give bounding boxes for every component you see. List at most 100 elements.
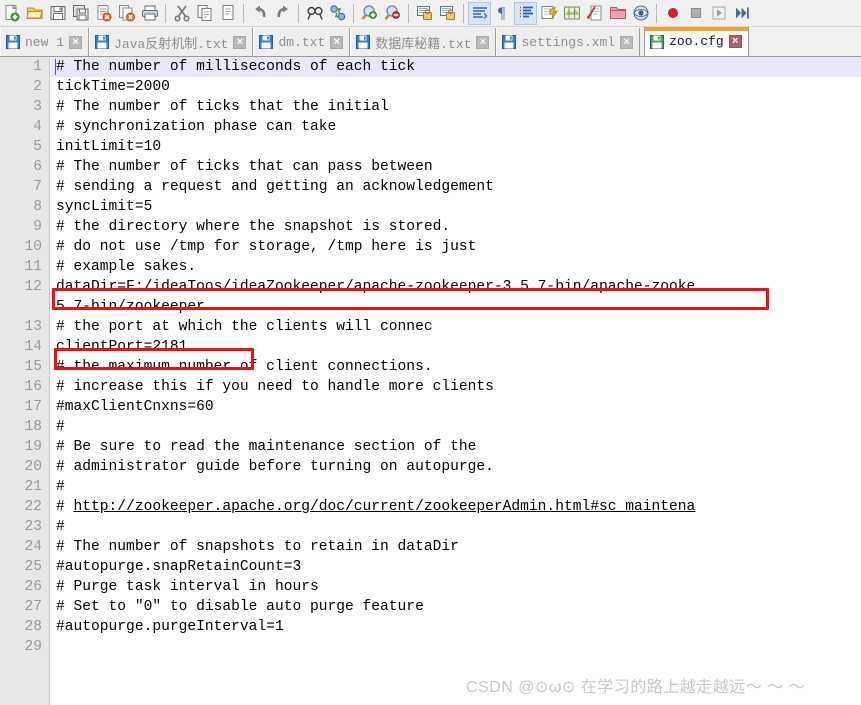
line-number: 17 xyxy=(24,399,42,415)
code-line[interactable]: # The number of ticks that the initial xyxy=(51,97,861,117)
tab-settings-xml[interactable]: settings.xml × xyxy=(496,28,641,56)
tab-java-txt[interactable]: Java反射机制.txt × xyxy=(89,28,254,56)
code-line[interactable]: # Set to "0" to disable auto purge featu… xyxy=(51,597,861,617)
floppy-disk-icon xyxy=(95,35,110,49)
code-line[interactable]: # do not use /tmp for storage, /tmp here… xyxy=(51,237,861,257)
record-macro-icon[interactable] xyxy=(661,2,684,25)
close-file-icon[interactable] xyxy=(92,2,115,25)
code-line[interactable]: # xyxy=(51,477,861,497)
url-link[interactable]: http://zookeeper.apache.org/doc/current/… xyxy=(74,499,696,515)
code-line[interactable]: #autopurge.purgeInterval=1 xyxy=(51,617,861,637)
user-defined-dialog-icon[interactable] xyxy=(537,2,560,25)
sync-vertical-scroll-icon[interactable] xyxy=(413,2,436,25)
line-number: 28 xyxy=(24,619,42,635)
tab-dm-txt[interactable]: dm.txt × xyxy=(253,28,351,56)
tab-label: settings.xml xyxy=(521,34,616,50)
print-icon[interactable] xyxy=(138,2,161,25)
code-line[interactable]: # http://zookeeper.apache.org/doc/curren… xyxy=(51,497,861,517)
cut-icon[interactable] xyxy=(170,2,193,25)
monitoring-icon[interactable] xyxy=(629,2,652,25)
code-line[interactable]: # xyxy=(51,517,861,537)
tab-zoo-cfg[interactable]: zoo.cfg × xyxy=(644,27,749,56)
tab--txt[interactable]: 数据库秘籍.txt × xyxy=(350,28,497,56)
line-number: 25 xyxy=(24,559,42,575)
code-line[interactable] xyxy=(51,637,861,657)
word-wrap-icon[interactable] xyxy=(468,1,491,25)
function-list-icon[interactable] xyxy=(583,2,606,25)
toolbar-separator xyxy=(408,3,409,23)
line-number: 10 xyxy=(24,239,42,255)
code-line[interactable]: # Be sure to read the maintenance sectio… xyxy=(51,437,861,457)
line-number: 9 xyxy=(33,219,42,235)
toolbar-separator xyxy=(298,3,299,23)
code-line-wrapped[interactable]: 5.7-bin/zookeeper xyxy=(51,297,861,317)
tab-label: Java反射机制.txt xyxy=(114,36,229,52)
floppy-disk-icon xyxy=(259,35,274,49)
code-line[interactable]: # increase this if you need to handle mo… xyxy=(51,377,861,397)
tab-new-1[interactable]: new 1 × xyxy=(0,28,90,56)
line-number: 24 xyxy=(24,539,42,555)
svg-text:¶: ¶ xyxy=(498,5,506,22)
floppy-disk-icon xyxy=(356,35,371,49)
line-number: 19 xyxy=(24,439,42,455)
document-map-icon[interactable] xyxy=(560,2,583,25)
code-line[interactable]: #maxClientCnxns=60 xyxy=(51,397,861,417)
code-line[interactable]: # administrator guide before turning on … xyxy=(51,457,861,477)
line-number: 13 xyxy=(24,319,42,335)
tab-close-icon[interactable]: × xyxy=(728,35,742,48)
line-number: 18 xyxy=(24,419,42,435)
stop-macro-icon[interactable] xyxy=(684,2,707,25)
tab-close-icon[interactable]: × xyxy=(233,35,247,49)
zoom-in-icon[interactable] xyxy=(358,2,381,25)
code-line[interactable]: #autopurge.snapRetainCount=3 xyxy=(51,557,861,577)
zoom-out-icon[interactable] xyxy=(381,2,404,25)
show-all-characters-icon[interactable]: ¶ xyxy=(491,2,514,25)
tab-close-icon[interactable]: × xyxy=(69,35,83,49)
code-line[interactable]: initLimit=10 xyxy=(51,137,861,157)
tab-close-icon[interactable]: × xyxy=(330,35,344,49)
code-line[interactable]: # The number of snapshots to retain in d… xyxy=(51,537,861,557)
find-icon[interactable] xyxy=(303,2,326,25)
code-line[interactable]: tickTime=2000 xyxy=(51,77,861,97)
redo-icon[interactable] xyxy=(271,2,294,25)
show-indent-guide-icon[interactable] xyxy=(514,1,537,25)
new-file-icon[interactable] xyxy=(0,2,23,25)
code-line[interactable]: # xyxy=(51,417,861,437)
replace-icon[interactable] xyxy=(326,2,349,25)
code-line[interactable]: # The number of ticks that can pass betw… xyxy=(51,157,861,177)
code-line[interactable]: clientPort=2181 xyxy=(51,337,861,357)
tab-label: new 1 xyxy=(25,34,65,50)
code-line[interactable]: # example sakes. xyxy=(51,257,861,277)
document-tab-bar[interactable]: new 1 × Java反射机制.txt × dm.txt × 数据库秘籍.txt × sett… xyxy=(0,27,861,57)
open-file-icon[interactable] xyxy=(23,2,46,25)
save-icon[interactable] xyxy=(46,2,69,25)
code-line[interactable]: # the maximum number of client connectio… xyxy=(51,357,861,377)
code-line[interactable]: # sending a request and getting an ackno… xyxy=(51,177,861,197)
save-all-icon[interactable] xyxy=(69,2,92,25)
code-text-area[interactable]: # The number of milliseconds of each tic… xyxy=(51,57,861,705)
copy-icon[interactable] xyxy=(193,2,216,25)
line-number: 21 xyxy=(24,479,42,495)
tab-close-icon[interactable]: × xyxy=(620,35,634,49)
paste-icon[interactable] xyxy=(216,2,239,25)
undo-icon[interactable] xyxy=(248,2,271,25)
sync-horizontal-scroll-icon[interactable] xyxy=(436,2,459,25)
line-number: 2 xyxy=(33,79,42,95)
code-editor[interactable]: 1 2 3 4 5 6 7 8 9 10 11 12 13 14 15 16 17 18 19 20 21 22 23 24 2… xyxy=(0,57,861,705)
folder-as-workspace-icon[interactable] xyxy=(606,2,629,25)
code-line[interactable]: # the port at which the clients will con… xyxy=(51,317,861,337)
floppy-disk-icon xyxy=(650,34,665,49)
code-line[interactable]: dataDir=F:/ideaToos/ideaZookeeper/apache… xyxy=(51,277,861,297)
play-macro-icon[interactable] xyxy=(707,2,730,25)
code-line[interactable]: # the directory where the snapshot is st… xyxy=(51,217,861,237)
code-line[interactable]: syncLimit=5 xyxy=(51,197,861,217)
run-macro-multiple-icon[interactable] xyxy=(730,2,753,25)
tab-close-icon[interactable]: × xyxy=(476,35,490,49)
code-line[interactable]: # The number of milliseconds of each tic… xyxy=(51,57,861,77)
line-number: 1 xyxy=(33,59,42,75)
toolbar-separator xyxy=(353,3,354,23)
close-all-files-icon[interactable] xyxy=(115,2,138,25)
code-line[interactable]: # synchronization phase can take xyxy=(51,117,861,137)
code-line[interactable]: # Purge task interval in hours xyxy=(51,577,861,597)
main-toolbar: ¶ xyxy=(0,0,861,27)
